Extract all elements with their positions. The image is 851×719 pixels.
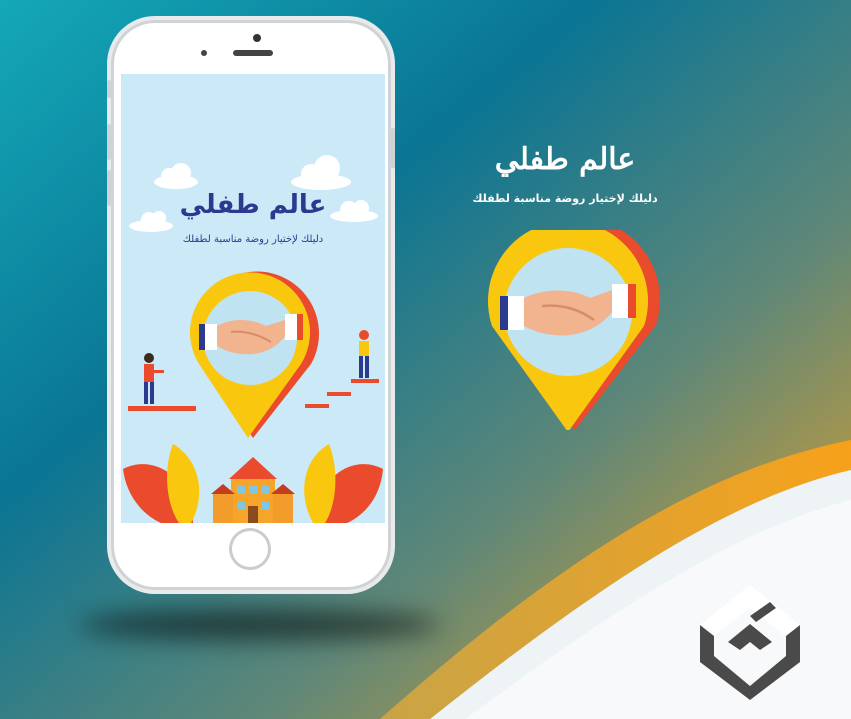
step-platform <box>351 379 379 383</box>
earpiece-speaker <box>233 50 273 56</box>
brand-title: عالم طفلي <box>494 142 636 177</box>
leaf-icon <box>304 444 383 523</box>
phone-shadow <box>80 610 440 640</box>
brand-subtitle: دليلك لإختيار روضة مناسبة لطفلك <box>472 192 658 205</box>
location-pin-icon <box>190 271 319 438</box>
splash-illustration <box>123 155 383 523</box>
person-left-icon <box>144 353 164 404</box>
promo-canvas: عالم طفلي دليلك لإختيار روضة مناسبة لطفل… <box>0 0 851 719</box>
cloud-icon <box>154 163 198 189</box>
app-splash-screen: عالم طفلي دليلك لإختيار روضة مناسبة لطفل… <box>121 74 385 523</box>
sensor-icon <box>201 50 207 56</box>
leaf-icon <box>123 444 200 523</box>
volume-down-button <box>107 170 111 206</box>
power-button <box>391 128 395 168</box>
person-right-icon <box>359 330 369 378</box>
home-button[interactable] <box>229 528 271 570</box>
mute-switch <box>107 80 111 98</box>
step-platform <box>128 406 196 411</box>
volume-up-button <box>107 124 111 160</box>
cloud-icon <box>291 155 351 190</box>
kindergarten-building-icon <box>211 457 295 523</box>
app-title: عالم طفلي <box>179 190 327 220</box>
studio-logo-icon <box>700 585 800 700</box>
phone-mockup: عالم طفلي دليلك لإختيار روضة مناسبة لطفل… <box>107 20 395 590</box>
app-subtitle: دليلك لإختيار روضة مناسبة لطفلك <box>182 234 324 245</box>
camera-icon <box>253 34 261 42</box>
large-location-pin-icon <box>488 230 660 430</box>
